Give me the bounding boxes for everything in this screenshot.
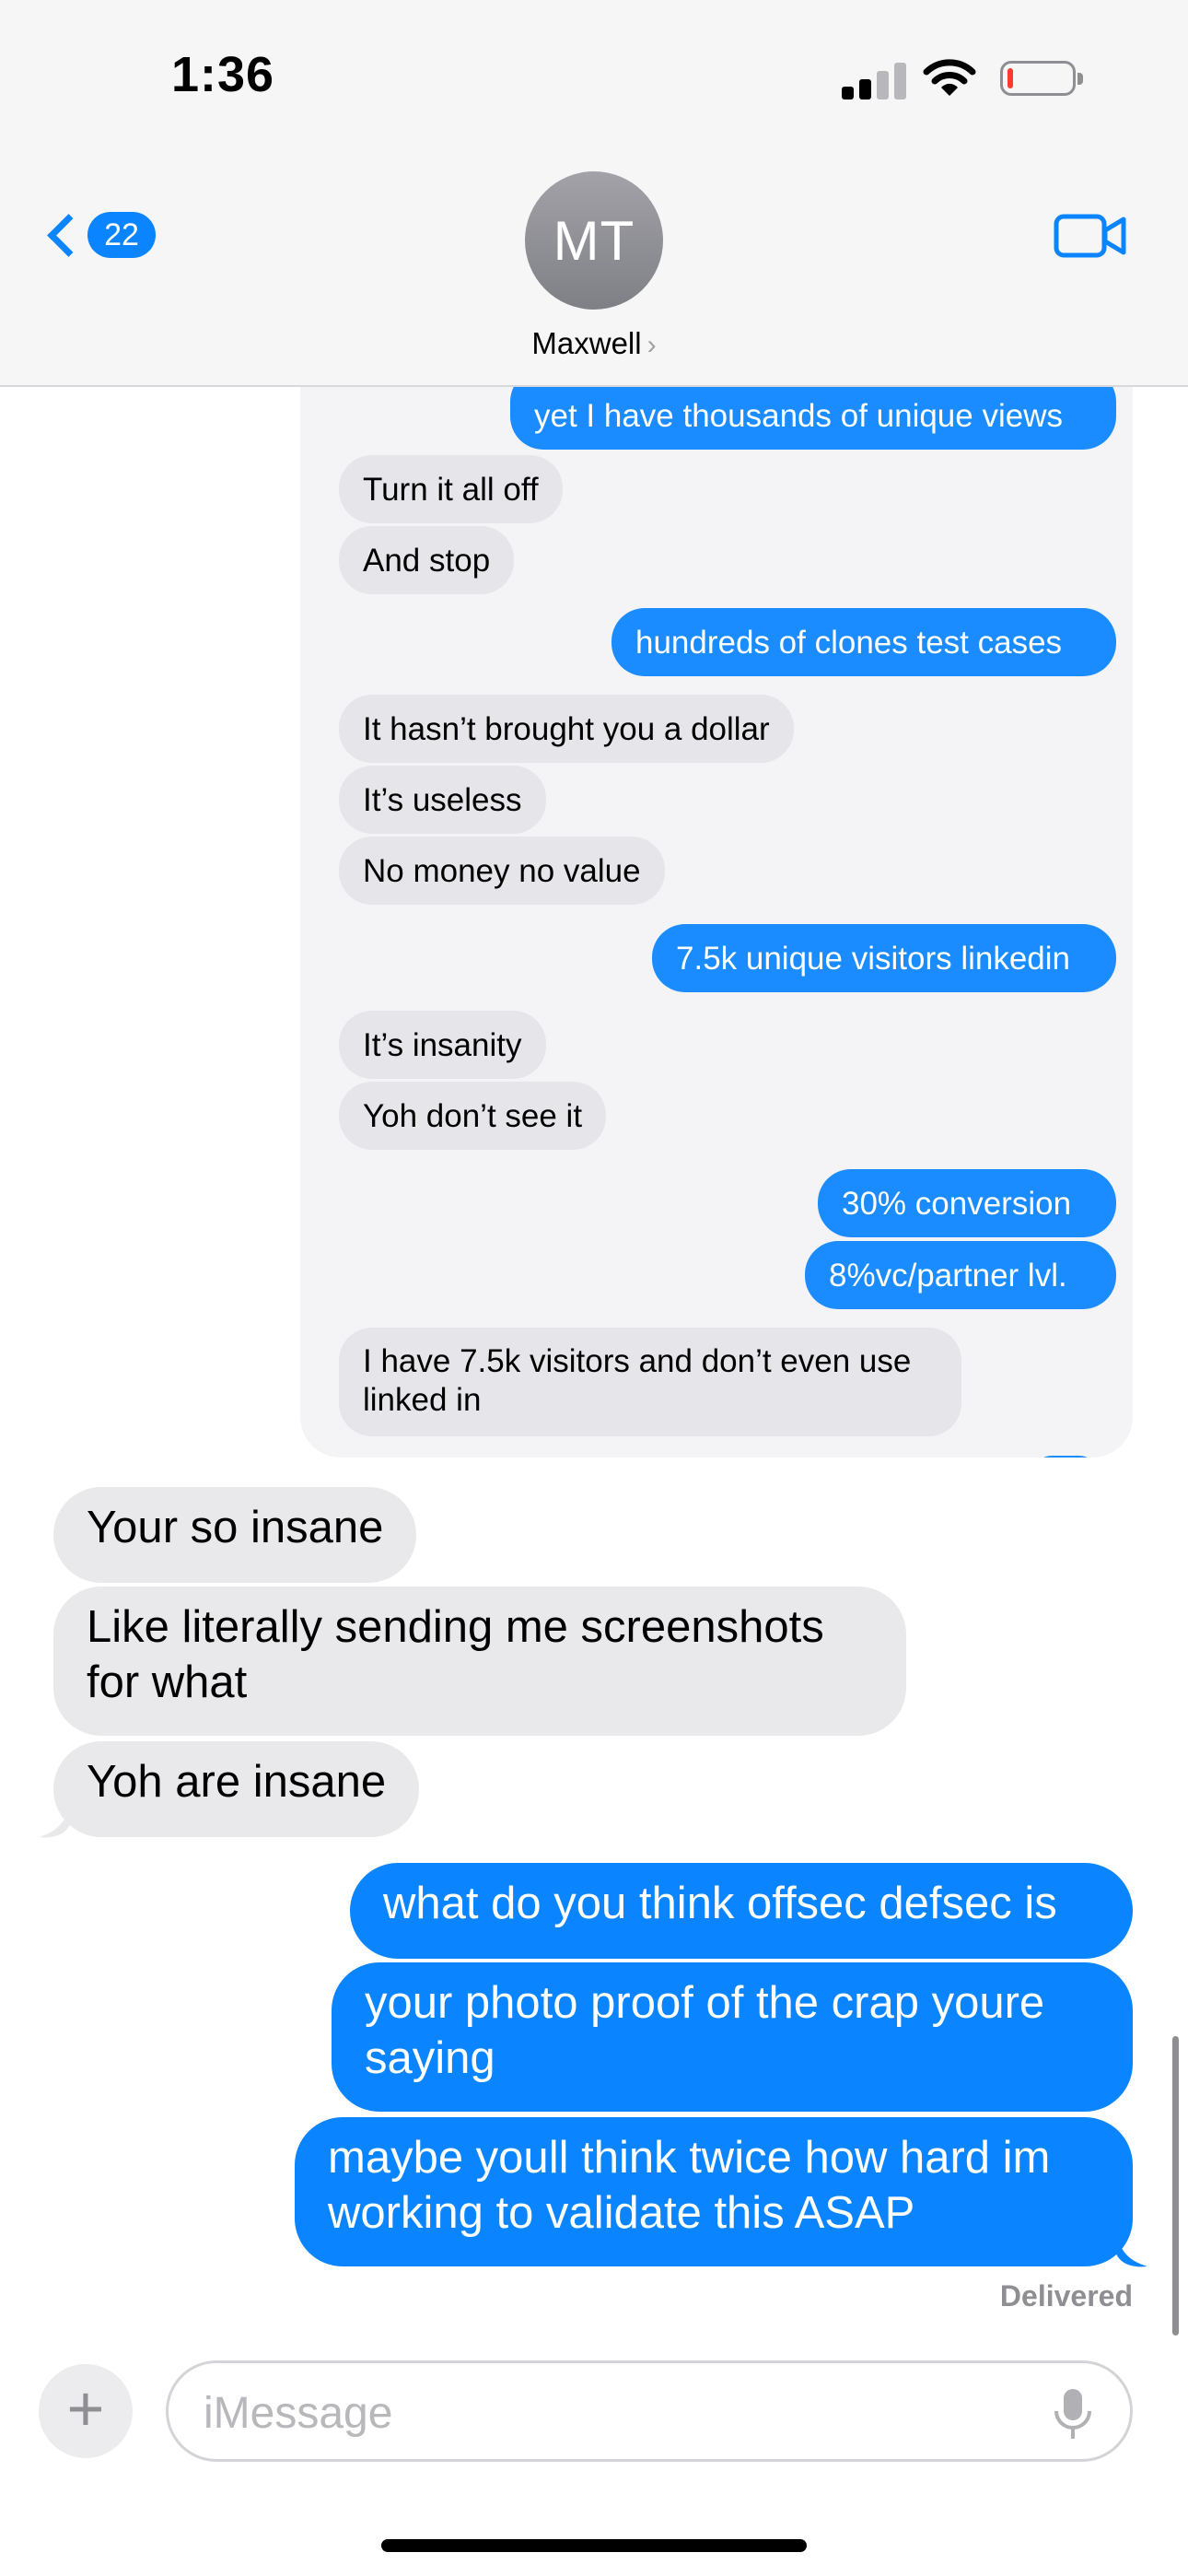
conversation-header: 1:36 22 MT Maxwell › (0, 0, 1188, 387)
unread-count-badge: 22 (87, 212, 156, 258)
outgoing-message[interactable]: maybe youll think twice how hard im work… (295, 2117, 1133, 2266)
back-button[interactable]: 22 (41, 203, 156, 267)
incoming-message[interactable]: Like literally sending me screenshots fo… (53, 1587, 906, 1736)
incoming-message[interactable]: Yoh are insane (53, 1741, 420, 1837)
embedded-outgoing-bubble: hundreds of clones test cases (611, 608, 1116, 676)
embedded-incoming-bubble: Turn it all off (339, 455, 563, 523)
embedded-incoming-bubble: It’s useless (339, 766, 546, 834)
cellular-signal-icon (842, 63, 906, 100)
embedded-incoming-bubble: It’s insanity (339, 1011, 546, 1079)
outgoing-message[interactable]: what do you think offsec defsec is (350, 1863, 1133, 1959)
embedded-incoming-bubble: Yoh don’t see it (339, 1082, 607, 1150)
apps-plus-button[interactable]: + (39, 2364, 133, 2458)
incoming-message[interactable]: Your so insane (53, 1487, 417, 1583)
scrollbar[interactable] (1172, 2036, 1179, 2336)
delivered-status: Delivered (999, 2279, 1133, 2313)
embedded-incoming-bubble: I have 7.5k visitors and don’t even use … (339, 1328, 961, 1436)
bubble-tail (1116, 2231, 1147, 2267)
bubble-tail (39, 1802, 70, 1838)
embedded-screenshot-image[interactable]: yet I have thousands of unique views Tur… (300, 387, 1133, 1458)
imessage-input[interactable] (202, 2380, 1016, 2446)
embedded-outgoing-bubble: yet I have thousands of unique views (510, 387, 1116, 450)
message-input-field[interactable] (166, 2360, 1133, 2462)
status-time: 1:36 (171, 47, 275, 102)
contact-name: Maxwell (531, 326, 642, 360)
home-indicator[interactable] (381, 2539, 807, 2552)
contact-name-button[interactable]: Maxwell › (0, 326, 1188, 361)
embedded-outgoing-bubble: 7.5k unique visitors linkedin (652, 924, 1116, 992)
embedded-incoming-bubble: And stop (339, 526, 515, 594)
chevron-left-icon (47, 213, 90, 257)
plus-icon: + (66, 2372, 105, 2444)
embedded-incoming-bubble: It hasn’t brought you a dollar (339, 695, 794, 763)
embedded-outgoing-bubble: 30% conversion (818, 1169, 1116, 1237)
battery-icon (1000, 61, 1083, 96)
wifi-icon (923, 59, 976, 96)
embedded-outgoing-bubble: 8%vc/partner lvl. (805, 1241, 1116, 1309)
embedded-incoming-bubble: No money no value (339, 837, 665, 905)
embedded-outgoing-bubble-partial (1033, 1456, 1098, 1458)
avatar[interactable]: MT (525, 171, 663, 310)
outgoing-message[interactable]: your photo proof of the crap youre sayin… (332, 1962, 1133, 2112)
video-camera-icon[interactable] (1054, 208, 1127, 263)
chevron-right-icon: › (646, 330, 657, 360)
microphone-icon[interactable] (1053, 2387, 1093, 2442)
